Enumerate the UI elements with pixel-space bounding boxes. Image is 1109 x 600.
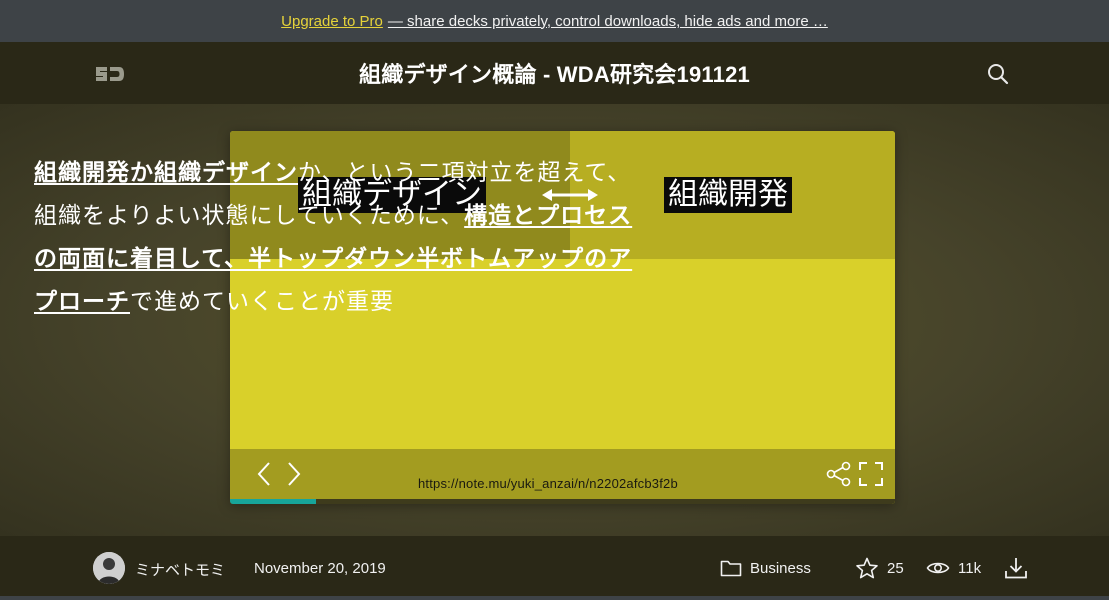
search-icon[interactable] [986, 62, 1010, 86]
upgrade-to-pro-link[interactable]: Upgrade to Pro [281, 13, 383, 30]
folder-icon [720, 558, 742, 578]
deck-title: 組織デザイン概論 - WDA研究会191121 [359, 62, 750, 87]
deck-footer: ミナベトモミ November 20, 2019 Business 25 11k [0, 536, 1109, 600]
slide-body-text: 組織開発か組織デザインか、という二項対立を超えて、組織をよりよい状態にしていくた… [34, 152, 638, 324]
star-count: 25 [887, 560, 904, 577]
star-icon[interactable] [855, 557, 879, 580]
slide-controls: https://note.mu/yuki_anzai/n/n2202afcb3f… [230, 449, 895, 499]
term-organization-development: 組織開発 [664, 177, 792, 213]
chevron-right-icon[interactable] [284, 460, 304, 488]
view-count: 11k [958, 560, 982, 577]
category-link[interactable]: Business [750, 560, 811, 577]
upgrade-benefits-link[interactable]: — share decks privately, control downloa… [388, 13, 828, 30]
publish-date: November 20, 2019 [254, 560, 386, 577]
share-icon[interactable] [826, 461, 852, 487]
slide-source-url: https://note.mu/yuki_anzai/n/n2202afcb3f… [418, 476, 678, 491]
avatar[interactable] [93, 552, 125, 584]
top-header: 組織デザイン概論 - WDA研究会191121 [0, 42, 1109, 104]
slide-progress-fill [230, 499, 317, 504]
download-icon[interactable] [1004, 556, 1028, 580]
slide-text-segment: で進めていくことが重要 [130, 289, 394, 315]
slide-progress-bar[interactable] [230, 499, 895, 504]
eye-icon [926, 560, 950, 576]
speakerdeck-logo-icon[interactable] [93, 63, 127, 85]
fullscreen-icon[interactable] [858, 461, 884, 487]
chevron-left-icon[interactable] [254, 460, 274, 488]
bottom-strip [0, 596, 1109, 600]
author-name[interactable]: ミナベトモミ [135, 559, 225, 580]
upgrade-banner: Upgrade to Pro — share decks privately, … [0, 0, 1109, 42]
slide-text-emphasis: 組織開発か組織デザイン [34, 160, 298, 186]
